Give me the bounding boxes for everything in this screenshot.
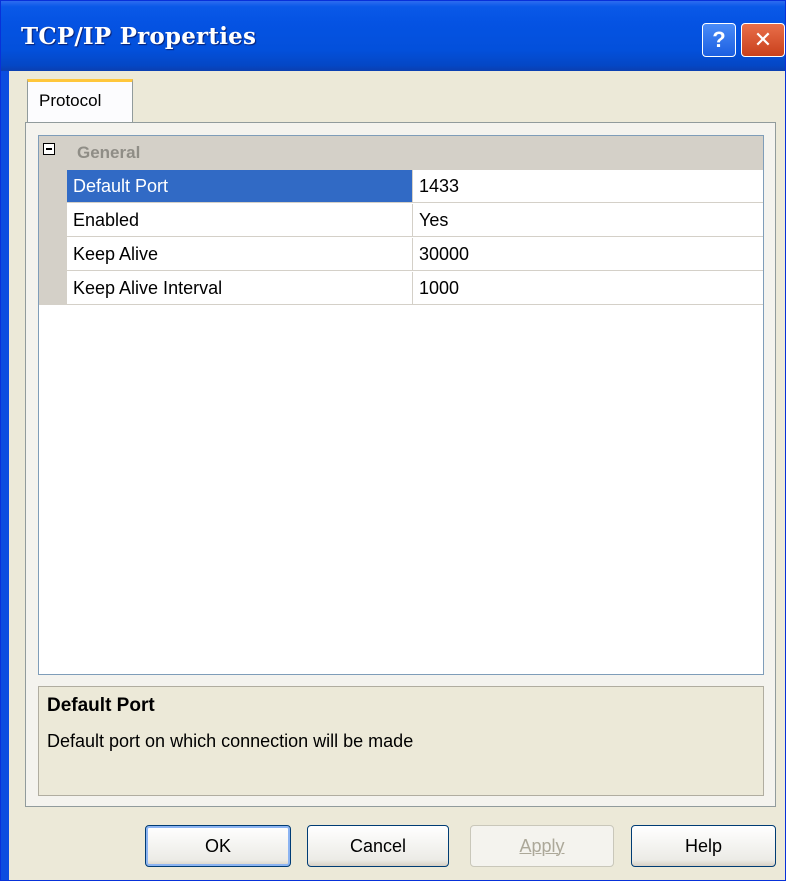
property-grid: General Default Port 1433 Enabled Yes Ke… xyxy=(38,135,764,675)
window-title: TCP/IP Properties xyxy=(21,23,257,50)
property-name[interactable]: Default Port xyxy=(67,170,413,203)
property-value[interactable]: Yes xyxy=(413,204,763,237)
property-row-default-port[interactable]: Default Port 1433 xyxy=(67,170,763,204)
tcpip-properties-dialog: TCP/IP Properties ? ✕ Protocol General D… xyxy=(0,0,786,881)
property-value[interactable]: 30000 xyxy=(413,238,763,271)
collapse-icon[interactable] xyxy=(43,143,55,155)
property-name[interactable]: Keep Alive Interval xyxy=(67,272,413,305)
ok-button[interactable]: OK xyxy=(145,825,291,867)
cancel-button-label: Cancel xyxy=(349,835,407,856)
property-value[interactable]: 1433 xyxy=(413,170,763,203)
tab-protocol-label: Protocol xyxy=(39,91,102,110)
property-row-enabled[interactable]: Enabled Yes xyxy=(67,204,763,238)
property-row-keep-alive[interactable]: Keep Alive 30000 xyxy=(67,238,763,272)
description-text: Default port on which connection will be… xyxy=(47,731,414,751)
close-button[interactable]: ✕ xyxy=(741,23,785,57)
close-icon: ✕ xyxy=(753,27,773,53)
property-name[interactable]: Enabled xyxy=(67,204,413,237)
tab-protocol[interactable]: Protocol xyxy=(27,79,133,123)
apply-button[interactable]: Apply xyxy=(470,825,614,867)
grid-gutter xyxy=(39,170,67,305)
category-label: General xyxy=(77,143,141,162)
cancel-button[interactable]: Cancel xyxy=(307,825,449,867)
property-value[interactable]: 1000 xyxy=(413,272,763,305)
property-name[interactable]: Keep Alive xyxy=(67,238,413,271)
help-button[interactable]: Help xyxy=(631,825,776,867)
apply-button-label: Apply xyxy=(519,835,565,856)
title-bar[interactable]: TCP/IP Properties ? ✕ xyxy=(1,1,785,71)
ok-button-label: OK xyxy=(204,835,231,856)
window-frame-left xyxy=(1,71,9,880)
description-title: Default Port xyxy=(47,695,155,716)
description-panel: Default Port Default port on which conne… xyxy=(38,686,764,796)
help-title-button[interactable]: ? xyxy=(702,23,736,57)
category-row-general[interactable]: General xyxy=(39,136,763,170)
help-button-label: Help xyxy=(684,835,723,856)
property-row-keep-alive-interval[interactable]: Keep Alive Interval 1000 xyxy=(67,272,763,306)
help-icon: ? xyxy=(712,27,726,52)
